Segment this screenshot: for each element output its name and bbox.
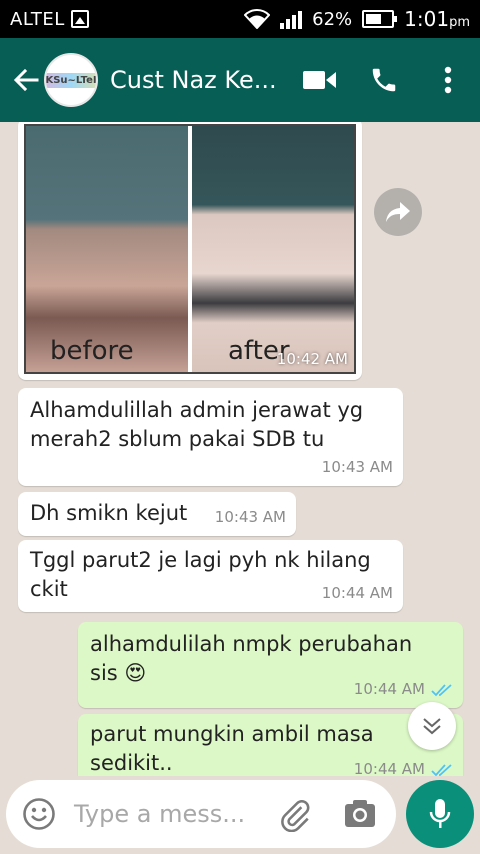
wifi-icon	[244, 9, 271, 29]
forward-button[interactable]	[374, 188, 422, 236]
double-check-icon	[431, 683, 452, 696]
back-button[interactable]	[8, 60, 44, 100]
more-options-button[interactable]	[416, 50, 480, 110]
microphone-button[interactable]	[406, 780, 474, 848]
message-list[interactable]: before after 10:42 AM Alhamdulillah admi…	[0, 122, 480, 776]
message-bubble-outgoing[interactable]: parut mungkin ambil masa sedikit.. 10:44…	[78, 714, 463, 776]
message-input[interactable]: Type a mess...	[6, 780, 396, 848]
message-bubble-incoming[interactable]: Tggl parut2 je lagi pyh nk hilang ckit 1…	[18, 540, 403, 612]
double-chevron-down-icon	[423, 718, 441, 735]
status-bar: ALTEL 62% 1:01pm	[0, 0, 480, 38]
heart-eyes-emoji: 😍	[124, 661, 147, 685]
image-notification-icon	[70, 10, 89, 28]
phone-icon	[372, 68, 396, 92]
signal-icon	[280, 9, 303, 29]
avatar[interactable]: PeKSu~LTeITY	[44, 53, 98, 107]
image-message[interactable]: before after 10:42 AM	[18, 122, 362, 380]
message-meta: 10:44 AM	[354, 755, 453, 776]
attachment-icon[interactable]	[278, 798, 312, 832]
message-time: 10:43 AM	[214, 508, 286, 526]
photo-after: after	[188, 126, 354, 372]
message-bubble-outgoing[interactable]: alhamdulilah nmpk perubahan sis 😍 10:44 …	[78, 622, 463, 708]
camera-icon[interactable]	[344, 798, 376, 828]
message-time: 10:44 AM	[353, 760, 425, 776]
emoji-icon[interactable]	[22, 797, 56, 831]
message-time: 10:44 AM	[321, 584, 393, 602]
forward-icon	[386, 202, 410, 222]
message-composer: Type a mess...	[0, 776, 480, 854]
battery-percent: 62%	[312, 8, 353, 30]
message-placeholder: Type a mess...	[74, 800, 246, 828]
clock: 1:01pm	[404, 7, 470, 31]
message-time: 10:43 AM	[321, 458, 393, 476]
scroll-to-bottom-button[interactable]	[408, 702, 456, 750]
message-meta: 10:44 AM	[354, 675, 453, 704]
more-vertical-icon	[444, 66, 452, 94]
video-camera-icon	[303, 71, 336, 89]
carrier-name: ALTEL	[10, 8, 65, 30]
avatar-text: PeKSu~LTeITY	[46, 72, 96, 88]
video-call-button[interactable]	[288, 50, 352, 110]
chat-header: PeKSu~LTeITY Cust Naz Ke...	[0, 38, 480, 122]
message-text: Alhamdulillah admin jerawat yg merah2 sb…	[30, 398, 364, 451]
photo-label-before: before	[50, 336, 134, 366]
chat-title[interactable]: Cust Naz Ke...	[110, 66, 285, 94]
message-time: 10:42 AM	[276, 350, 348, 368]
message-bubble-incoming[interactable]: Alhamdulillah admin jerawat yg merah2 sb…	[18, 388, 403, 486]
message-time: 10:44 AM	[353, 680, 425, 698]
message-text: Dh smikn kejut	[30, 501, 188, 525]
battery-icon	[362, 10, 398, 28]
message-bubble-incoming[interactable]: Dh smikn kejut 10:43 AM	[18, 492, 296, 536]
photo-before: before	[26, 126, 188, 372]
before-after-photo[interactable]: before after	[24, 124, 356, 374]
double-check-icon	[431, 763, 452, 776]
arrow-left-icon	[13, 68, 39, 92]
voice-call-button[interactable]	[352, 50, 416, 110]
microphone-icon	[429, 799, 451, 828]
